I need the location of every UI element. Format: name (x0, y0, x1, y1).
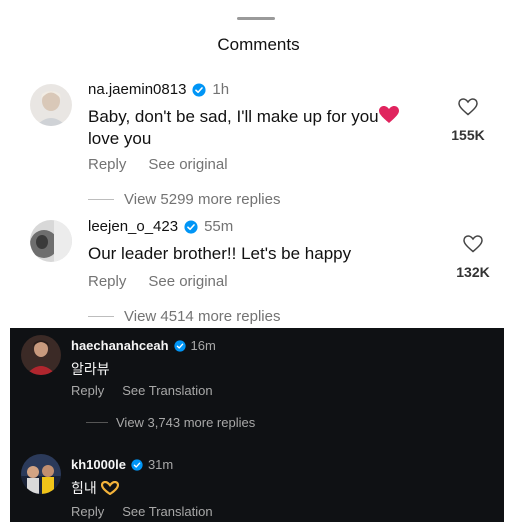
dark-comments-panel: haechanahceah 16m 알라뷰 Reply See Translat… (10, 328, 504, 522)
comment-actions: Reply See original (88, 273, 228, 290)
divider-line (86, 422, 108, 423)
verified-badge-icon (173, 339, 186, 352)
like-count: 155K (451, 127, 485, 143)
comment-username[interactable]: leejen_o_423 55m (88, 218, 233, 235)
comment-username[interactable]: haechanahceah 16m (71, 338, 216, 353)
comment-text: Baby, don't be sad, I'll make up for you… (88, 106, 399, 150)
verified-badge-icon (192, 82, 206, 97)
heart-hands-emoji (100, 481, 119, 495)
sheet-grabber-handle[interactable] (237, 17, 275, 20)
heart-outline-icon[interactable] (463, 235, 483, 253)
view-more-replies-label[interactable]: View 3,743 more replies (116, 415, 255, 430)
view-more-replies[interactable]: View 4514 more replies (88, 308, 280, 325)
comment-actions: Reply See original (88, 156, 228, 173)
comment-text-body: 힘내 (71, 480, 97, 496)
avatar[interactable] (30, 84, 72, 126)
red-heart-emoji (378, 106, 399, 123)
reply-button[interactable]: Reply (71, 383, 104, 398)
username-text[interactable]: na.jaemin0813 (88, 81, 186, 98)
like-control[interactable]: 132K (453, 235, 493, 280)
like-control[interactable]: 155K (448, 98, 488, 143)
comment-actions: Reply See Translation (71, 504, 213, 519)
see-translation-button[interactable]: See Translation (122, 383, 212, 398)
view-more-replies-label[interactable]: View 5299 more replies (124, 191, 280, 208)
username-text[interactable]: leejen_o_423 (88, 218, 178, 235)
avatar[interactable] (21, 335, 61, 375)
like-count: 132K (456, 264, 490, 280)
heart-outline-icon[interactable] (458, 98, 478, 116)
sheet-title: Comments (217, 35, 300, 54)
view-more-replies-label[interactable]: View 4514 more replies (124, 308, 280, 325)
comment-username[interactable]: na.jaemin0813 1h (88, 81, 229, 98)
comment-text: 알라뷰 (71, 361, 110, 377)
comment-time: 16m (190, 338, 216, 353)
comment-time: 1h (212, 81, 230, 98)
comment-text: Our leader brother!! Let's be happy (88, 244, 352, 263)
see-original-button[interactable]: See original (148, 156, 227, 173)
comment-time: 55m (204, 218, 234, 235)
view-more-replies[interactable]: View 5299 more replies (88, 191, 280, 208)
comment-text-line1: Baby, don't be sad, I'll make up for you (88, 107, 379, 126)
reply-button[interactable]: Reply (88, 156, 126, 173)
reply-button[interactable]: Reply (71, 504, 104, 519)
comment-text-line2: love you (88, 129, 152, 148)
comment-username[interactable]: kh1000le 31m (71, 457, 173, 472)
divider-line (88, 199, 114, 200)
see-original-button[interactable]: See original (148, 273, 227, 290)
avatar[interactable] (21, 454, 61, 494)
divider-line (88, 316, 114, 317)
verified-badge-icon (184, 219, 198, 234)
see-translation-button[interactable]: See Translation (122, 504, 212, 519)
comment-time: 31m (147, 457, 174, 472)
reply-button[interactable]: Reply (88, 273, 126, 290)
comments-sheet: Comments na.jaemin0813 1h Baby, don't be… (0, 0, 517, 330)
verified-badge-icon (131, 458, 143, 471)
view-more-replies[interactable]: View 3,743 more replies (86, 415, 255, 430)
username-text[interactable]: kh1000le (71, 457, 126, 472)
comment-text: 힘내 (71, 478, 119, 498)
avatar[interactable] (30, 220, 72, 262)
comment-actions: Reply See Translation (71, 383, 213, 398)
username-text[interactable]: haechanahceah (71, 338, 169, 353)
